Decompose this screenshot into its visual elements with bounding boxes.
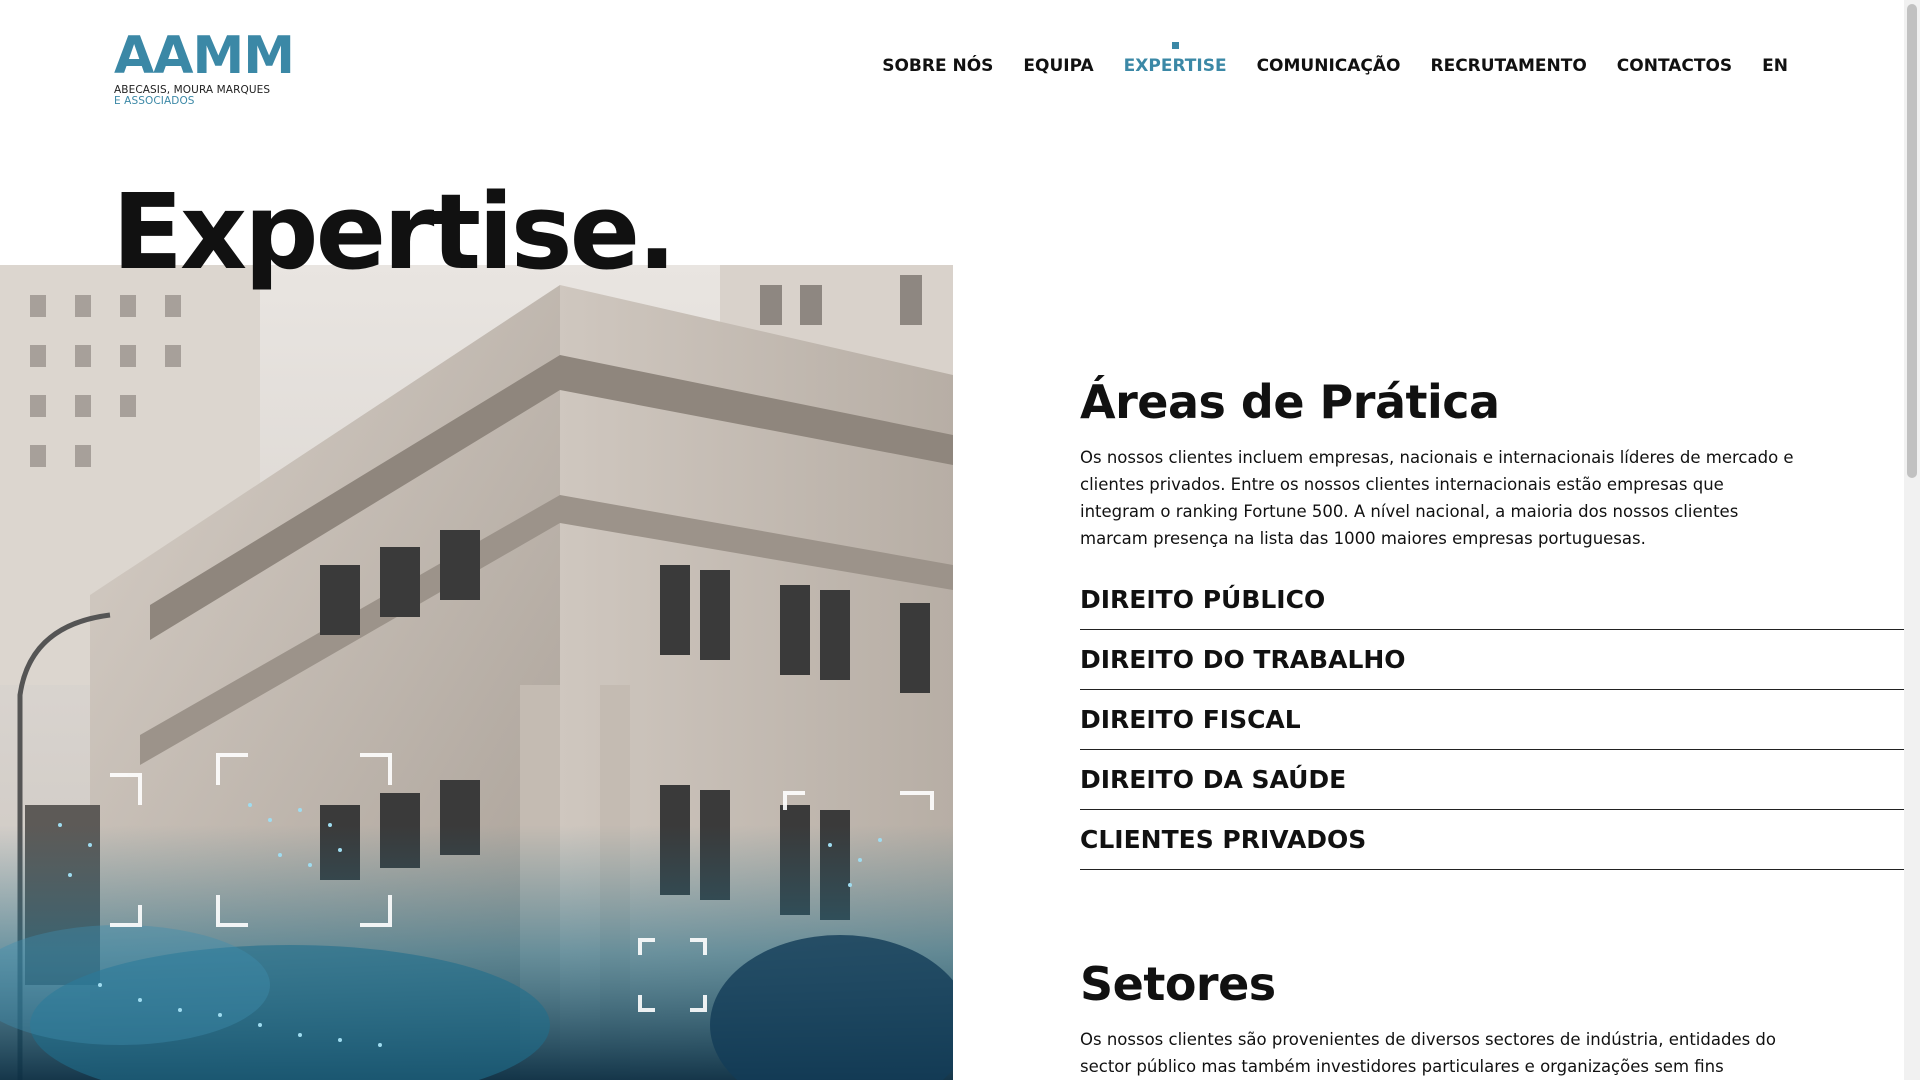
nav-label: EN xyxy=(1762,56,1788,76)
logo[interactable]: AAMM ABECASIS, MOURA MARQUES E ASSOCIADO… xyxy=(114,26,295,107)
nav-item-recrutamento[interactable]: RECRUTAMENTO xyxy=(1430,56,1586,76)
main-nav: SOBRE NÓS EQUIPA EXPERTISE COMUNICAÇÃO R… xyxy=(852,42,1788,76)
practice-item-clientes-privados[interactable]: CLIENTES PRIVADOS xyxy=(1080,810,1904,870)
page-title: Expertise. xyxy=(112,171,677,293)
nav-label: EXPERTISE xyxy=(1123,56,1227,76)
hero-image xyxy=(0,265,953,1080)
nav-item-comunicacao[interactable]: COMUNICAÇÃO xyxy=(1257,56,1401,76)
practice-item-direito-do-trabalho[interactable]: DIREITO DO TRABALHO xyxy=(1080,630,1904,690)
content-column: Áreas de Prática Os nossos clientes incl… xyxy=(1080,370,1904,1080)
sectors-section: Setores Os nossos clientes são provenien… xyxy=(1080,952,1904,1080)
scrollbar[interactable] xyxy=(1904,0,1920,1080)
nav-label: SOBRE NÓS xyxy=(882,56,994,76)
nav-item-expertise[interactable]: EXPERTISE xyxy=(1123,42,1227,76)
nav-item-equipa[interactable]: EQUIPA xyxy=(1023,56,1093,76)
practice-item-direito-fiscal[interactable]: DIREITO FISCAL xyxy=(1080,690,1904,750)
nav-label: CONTACTOS xyxy=(1616,56,1733,76)
practice-item-direito-da-saude[interactable]: DIREITO DA SAÚDE xyxy=(1080,750,1904,810)
logo-tagline-line2: E ASSOCIADOS xyxy=(114,95,195,107)
nav-item-sobre-nos[interactable]: SOBRE NÓS xyxy=(882,56,993,76)
scrollbar-thumb[interactable] xyxy=(1907,4,1917,478)
nav-label: RECRUTAMENTO xyxy=(1430,56,1587,76)
nav-label: EQUIPA xyxy=(1023,56,1094,76)
practice-areas-description: Os nossos clientes incluem empresas, nac… xyxy=(1080,448,1794,548)
practice-item-direito-publico[interactable]: DIREITO PÚBLICO xyxy=(1080,570,1904,630)
building-photo xyxy=(0,265,953,1080)
language-switch-en[interactable]: EN xyxy=(1762,56,1788,76)
logo-mark: AAMM xyxy=(114,26,295,86)
practice-areas-title: Áreas de Prática xyxy=(1080,375,1500,429)
sectors-description: Os nossos clientes são provenientes de d… xyxy=(1080,1030,1777,1076)
page: AAMM ABECASIS, MOURA MARQUES E ASSOCIADO… xyxy=(0,0,1904,1080)
sectors-title: Setores xyxy=(1080,957,1276,1011)
active-indicator xyxy=(1172,42,1180,49)
practice-areas-list: DIREITO PÚBLICO DIREITO DO TRABALHO DIRE… xyxy=(1080,570,1904,870)
nav-label: COMUNICAÇÃO xyxy=(1256,56,1401,76)
nav-item-contactos[interactable]: CONTACTOS xyxy=(1617,56,1732,76)
